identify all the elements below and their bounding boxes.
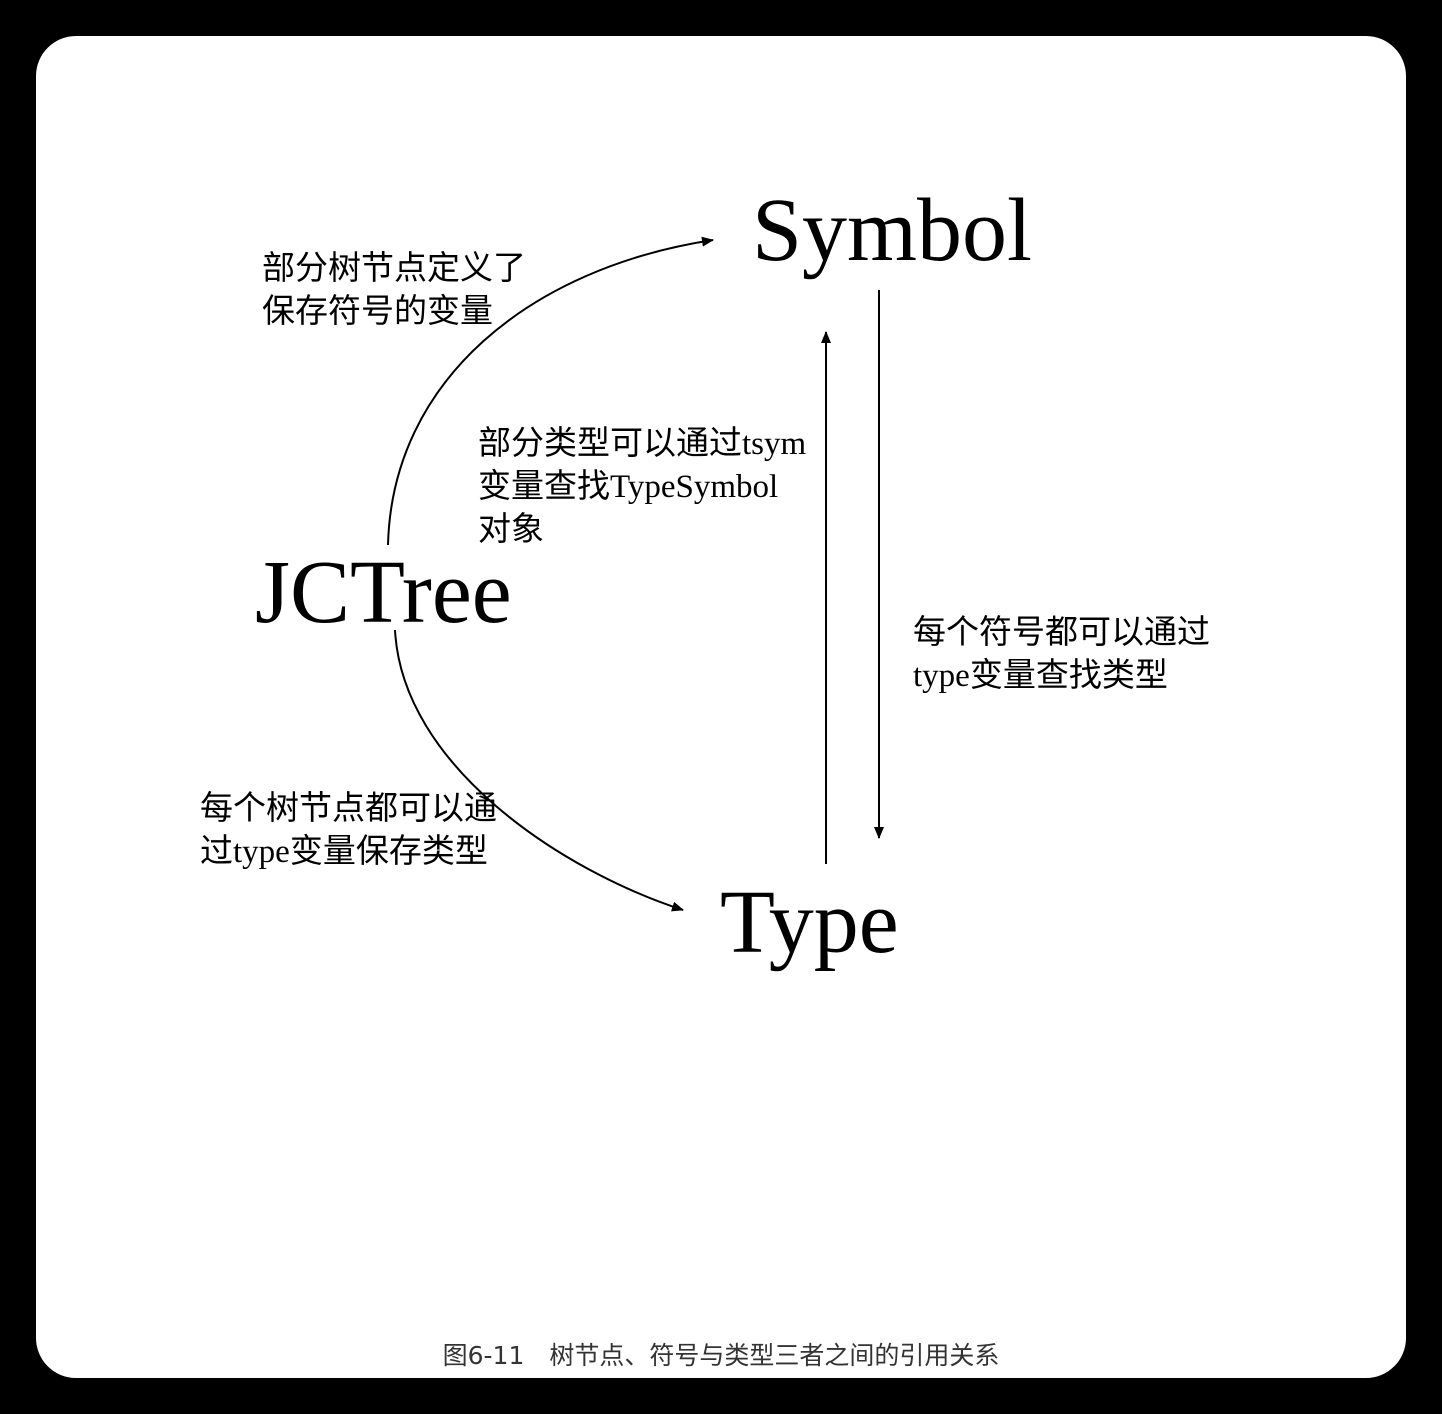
label-line: 部分树节点定义了 — [262, 251, 526, 287]
label-line: type变量查找类型 — [913, 658, 1168, 694]
label-line: 过type变量保存类型 — [200, 834, 488, 870]
label-line: 变量查找TypeSymbol — [478, 469, 779, 505]
label-line: 部分类型可以通过tsym — [478, 426, 807, 462]
label-line: 保存符号的变量 — [262, 294, 493, 330]
node-type: Type — [720, 873, 899, 972]
label-tree-to-symbol: 部分树节点定义了 保存符号的变量 — [262, 248, 526, 334]
arrows-layer — [387, 236, 884, 912]
label-type-to-symbol: 部分类型可以通过tsym 变量查找TypeSymbol 对象 — [478, 423, 806, 552]
label-tree-to-type: 每个树节点都可以通 过type变量保存类型 — [200, 788, 497, 874]
label-line: 对象 — [478, 512, 544, 548]
label-symbol-to-type: 每个符号都可以通过 type变量查找类型 — [913, 612, 1210, 698]
node-jctree: JCTree — [255, 543, 512, 642]
label-line: 每个符号都可以通过 — [913, 615, 1210, 651]
label-line: 每个树节点都可以通 — [200, 791, 497, 827]
figure-caption: 图6-11 树节点、符号与类型三者之间的引用关系 — [442, 1341, 1000, 1370]
node-symbol: Symbol — [752, 181, 1033, 280]
